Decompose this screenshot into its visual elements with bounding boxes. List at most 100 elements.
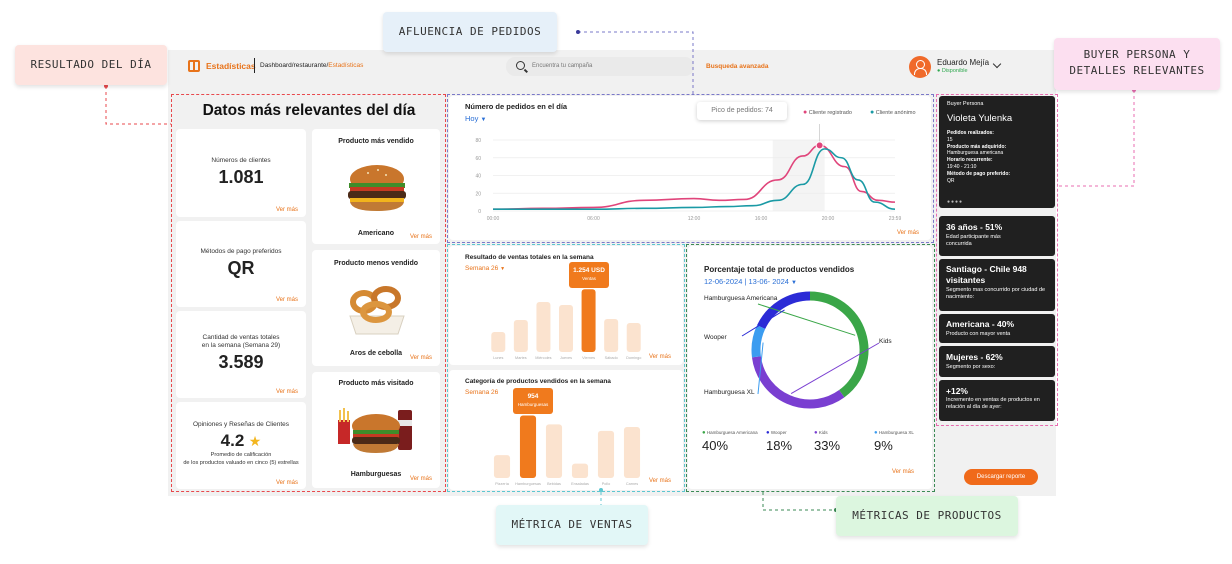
persona-orders-value: 15 (947, 136, 953, 143)
insight-product: Americana - 40% Producto con mayor venta (939, 314, 1055, 343)
persona-product-label: Producto más adquirido: (947, 143, 1007, 150)
advanced-search-link[interactable]: Busqueda avanzada (706, 63, 769, 70)
x-tick-label: 00:00 (487, 216, 500, 222)
bar-category-label: Pizzería (495, 482, 510, 486)
legend-dot-wooper: ● (766, 430, 770, 436)
carousel-dots[interactable]: ●●●● (947, 199, 963, 205)
persona-orders-label: Pedidos realizados: (947, 130, 994, 136)
app-title: Estadísticas (206, 61, 256, 71)
weekly-ver-mas[interactable]: Ver más (649, 354, 671, 360)
bar-category-label: Miércoles (535, 356, 551, 360)
insight-age: 36 años - 51% Edad participante más conc… (939, 216, 1055, 256)
most-sold-ver-mas[interactable]: Ver más (410, 234, 432, 240)
persona-pay-label: Método de pago preferido: (947, 170, 1011, 177)
bar-highlight (519, 415, 537, 478)
breadcrumb-current: Estadísticas (328, 62, 364, 69)
y-tick-label: 80 (475, 138, 481, 144)
bar (571, 463, 589, 478)
x-tick-label: 23:59 (889, 216, 902, 222)
search-icon (516, 61, 525, 70)
reviews-ver-mas[interactable]: Ver más (276, 480, 298, 486)
insight-city-sub: Segmento mas concurrido por ciudad de na… (946, 287, 1046, 300)
bar-category-label: Lunes (493, 356, 503, 360)
bar-category-label: Sábado (605, 356, 618, 360)
avatar[interactable] (909, 56, 931, 78)
tag-buyer-line1: BUYER PERSONA Y (1083, 48, 1191, 61)
connector-dot (576, 30, 580, 34)
bar-highlight (581, 289, 596, 352)
x-tick-label: 06:00 (587, 216, 600, 222)
persona-pay-value: QR (947, 177, 955, 184)
legend-name-americana: Hamburguesa Americana (706, 430, 758, 435)
most-visited-card: Producto más visitado Hamburguesas Ver m… (312, 372, 440, 488)
insight-product-title: Americana - 40% (946, 319, 1015, 329)
most-visited-ver-mas[interactable]: Ver más (410, 476, 432, 482)
bar-category-label: Carnes (626, 482, 638, 486)
payment-value: QR (227, 258, 255, 278)
payment-ver-mas[interactable]: Ver más (276, 297, 298, 303)
least-sold-card: Producto menos vendido Aros de cebolla V… (312, 250, 440, 366)
bar-category-label: Domingo (626, 356, 641, 360)
weekly-tooltip-value: 1.254 USD (573, 267, 605, 274)
star-icon: ★ (248, 433, 262, 449)
legend-dot-americana: ● (702, 430, 706, 436)
most-sold-title: Producto más vendido (338, 138, 414, 145)
weekly-tooltip: 1.254 USD Ventas (569, 262, 609, 288)
persona-hours-value: 19:40 - 21:10 (947, 163, 977, 170)
product-pct-ver-mas[interactable]: Ver más (892, 469, 914, 475)
insight-growth-sub: Incremento en ventas de productos en rel… (946, 397, 1040, 410)
y-tick-label: 20 (475, 191, 481, 197)
category-ver-mas[interactable]: Ver más (649, 478, 671, 484)
donut-slice (809, 291, 869, 398)
tag-metrica-ventas: MÉTRICA DE VENTAS (496, 505, 648, 545)
category-tooltip: 954 Hamburguesas (513, 388, 553, 414)
weekly-tooltip-sub: Ventas (582, 276, 596, 281)
clients-ver-mas[interactable]: Ver más (276, 207, 298, 213)
persona-product-value: Hamburguesa americana (947, 150, 1004, 157)
bar (536, 302, 551, 352)
orders-chart-card: Número de pedidos en el día Hoy ▼ Pico d… (449, 96, 931, 240)
payment-card: Métodos de pago preferidos QR Ver más (176, 221, 306, 307)
bar-category-label: Hamburguesas (515, 482, 541, 486)
persona-name: Violeta Yulenka (947, 113, 1013, 124)
legend-item-xl: ● Hamburguesa XL 9% (874, 430, 914, 453)
callout-americana: Hamburguesa Americana (704, 295, 778, 302)
orders-ver-mas[interactable]: Ver más (897, 230, 919, 236)
stats-logo-icon (188, 60, 200, 72)
buyer-persona-card[interactable]: Buyer Persona Violeta Yulenka Pedidos re… (939, 96, 1055, 208)
insight-age-title: 36 años - 51% (946, 222, 1003, 232)
y-tick-label: 0 (478, 209, 481, 215)
download-report-button[interactable]: Descargar reporte (964, 469, 1038, 485)
weekly-sales-label-1: Cantidad de ventas totales (202, 334, 280, 341)
user-status: ● Disponible (937, 68, 968, 74)
reviews-value: 4.2 (220, 431, 245, 450)
least-sold-title: Producto menos vendido (333, 260, 418, 267)
legend-name-kids: Kids (818, 430, 828, 435)
bar-category-label: Pollo (602, 482, 610, 486)
sales-ver-mas[interactable]: Ver más (276, 389, 298, 395)
reviews-sub-1: Promedio de calificación (210, 452, 272, 458)
weekly-sales-label-2: en la semana (Semana 29) (201, 342, 281, 349)
search-input[interactable]: Encuentra tu campaña (506, 57, 694, 76)
bar (626, 323, 641, 352)
tag-afluencia: AFLUENCIA DE PEDIDOS (383, 12, 557, 52)
donut-slice (751, 325, 766, 358)
category-bar-chart: Pizzería Hamburguesas Bebidas Ensaladas Poll… (493, 415, 641, 486)
category-tooltip-sub: Hamburguesas (517, 402, 549, 407)
least-sold-ver-mas[interactable]: Ver más (410, 355, 432, 361)
persona-details: Pedidos realizados: 15 Producto más adqu… (947, 130, 1051, 184)
y-tick-label: 40 (475, 174, 481, 180)
reviews-score: 4.2 ★ (176, 431, 306, 451)
insight-age-sub: Edad participante más concurrida (946, 234, 1001, 247)
breadcrumb-base[interactable]: Dashboard/restaurante/ (260, 62, 328, 69)
burger-image (348, 165, 406, 211)
insight-gender-sub: Segmento por sexo: (946, 364, 996, 370)
bar-category-label: Jueves (560, 356, 572, 360)
breadcrumb[interactable]: Dashboard/restaurante/Estadísticas (260, 62, 363, 69)
legend-dot-kids: ● (814, 430, 818, 436)
insight-growth-title: +12% (946, 386, 968, 396)
title-separator (254, 58, 255, 73)
legend-name-xl: Hamburguesa XL (878, 430, 914, 435)
insight-city: Santiago - Chile 948 visitantes Segmento… (939, 259, 1055, 311)
burger-combo-image (338, 408, 412, 453)
